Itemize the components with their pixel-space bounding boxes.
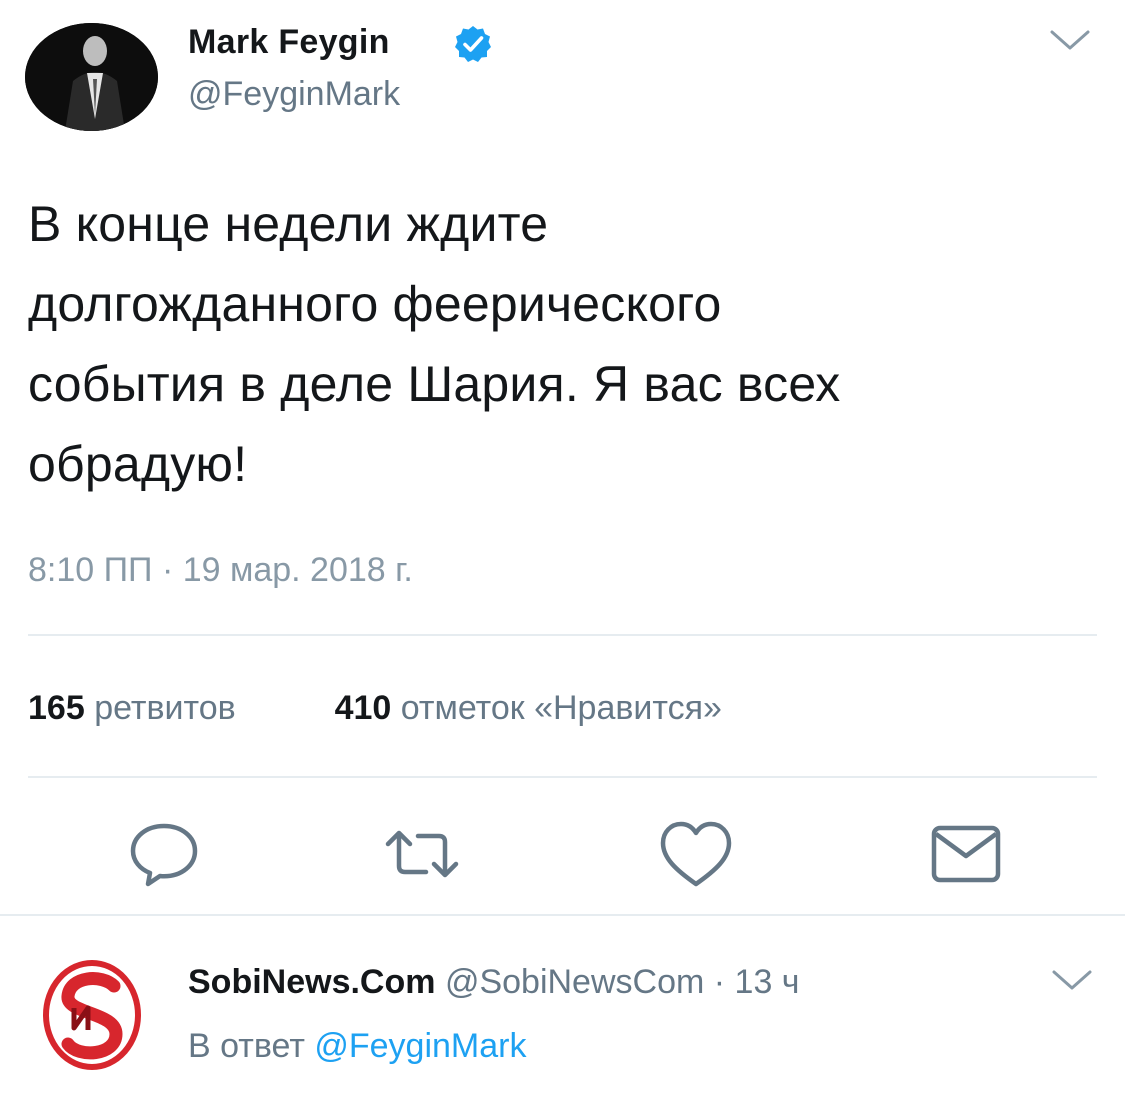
tweet-text: В конце недели ждите долгожданного феери… <box>28 196 841 492</box>
reply-separator: · <box>713 963 726 1001</box>
reply-icon <box>130 823 198 887</box>
reply-to-handle-link[interactable]: @FeyginMark <box>314 1027 526 1065</box>
chevron-down-icon[interactable] <box>1048 26 1092 54</box>
reply-header: SobiNews.Com @SobiNewsCom · 13 ч <box>188 960 800 1004</box>
likes-stat[interactable]: 410 отметок «Нравится» <box>335 689 722 727</box>
divider <box>28 776 1097 778</box>
like-button[interactable] <box>656 814 736 894</box>
reply-author-avatar[interactable] <box>42 960 142 1070</box>
tweet-timestamp[interactable]: 8:10 ПП · 19 мар. 2018 г. <box>28 548 413 592</box>
retweets-stat[interactable]: 165 ретвитов <box>28 689 245 727</box>
retweets-count: 165 <box>28 689 85 727</box>
reply-time[interactable]: 13 ч <box>735 963 800 1001</box>
chevron-down-icon[interactable] <box>1050 966 1094 994</box>
reply-handle[interactable]: @SobiNewsCom <box>445 963 704 1001</box>
like-icon <box>660 821 732 887</box>
author-display-name[interactable]: Mark Feygin <box>188 22 390 62</box>
likes-count: 410 <box>334 689 392 727</box>
retweets-label: ретвитов <box>94 689 236 727</box>
reply-to-label: В ответ <box>188 1027 305 1065</box>
retweet-button[interactable] <box>382 814 462 894</box>
author-avatar[interactable] <box>25 23 158 131</box>
retweet-icon <box>385 830 459 878</box>
reply-to-line: В ответ @FeyginMark <box>188 1024 526 1068</box>
reply-display-name[interactable]: SobiNews.Com <box>188 963 435 1001</box>
verified-badge-icon <box>453 24 493 64</box>
divider <box>28 634 1097 636</box>
author-handle[interactable]: @FeyginMark <box>188 74 400 114</box>
direct-message-icon <box>931 825 1001 883</box>
direct-message-button[interactable] <box>926 814 1006 894</box>
tweet-stats: 165 ретвитов 410 отметок «Нравится» <box>28 686 722 730</box>
likes-label: отметок «Нравится» <box>400 689 722 727</box>
divider <box>0 914 1125 916</box>
reply-button[interactable] <box>124 814 204 894</box>
